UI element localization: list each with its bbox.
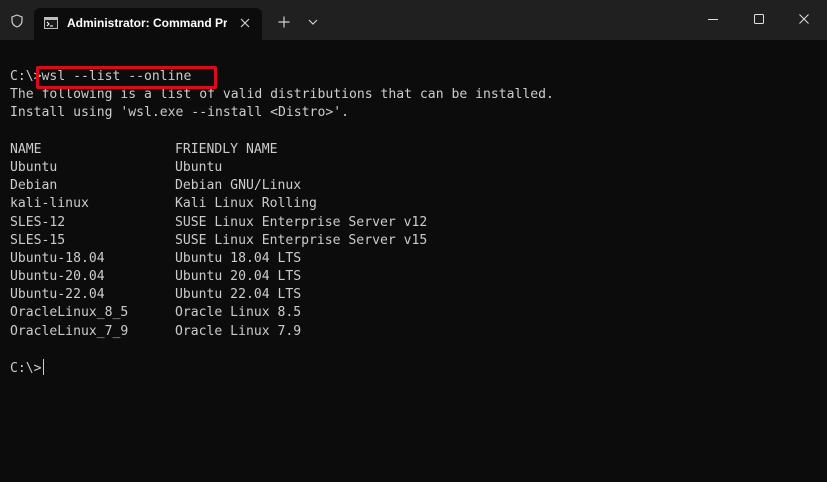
minimize-icon <box>708 19 718 20</box>
distro-friendly-name: Debian GNU/Linux <box>175 178 302 194</box>
table-row: OracleLinux_8_5 Oracle Linux 8.5 <box>10 304 815 322</box>
command-highlight-box <box>36 66 217 89</box>
distro-friendly-name: Oracle Linux 7.9 <box>175 323 302 339</box>
text-cursor <box>42 359 44 375</box>
distro-name: OracleLinux_7_9 <box>10 323 129 339</box>
close-icon <box>799 14 809 24</box>
minimize-button[interactable] <box>690 0 736 40</box>
table-header: NAME FRIENDLY NAME <box>10 141 815 159</box>
distro-name: Ubuntu-22.04 <box>10 287 105 303</box>
distro-name: Debian <box>10 178 58 194</box>
prompt-line[interactable]: C:\> <box>10 359 815 377</box>
distro-friendly-name: Kali Linux Rolling <box>175 196 317 212</box>
header-friendly-name: FRIENDLY NAME <box>175 141 278 157</box>
title-bar[interactable]: Administrator: Command Pro <box>0 0 827 40</box>
table-row: SLES-15 SUSE Linux Enterprise Server v15 <box>10 232 815 250</box>
distro-name: SLES-15 <box>10 232 66 248</box>
maximize-icon <box>754 14 764 24</box>
chevron-down-icon[interactable] <box>308 18 318 26</box>
plus-icon[interactable] <box>278 16 290 28</box>
distro-friendly-name: SUSE Linux Enterprise Server v15 <box>175 232 428 248</box>
distro-name: Ubuntu-18.04 <box>10 250 105 266</box>
table-row: Ubuntu-20.04 Ubuntu 20.04 LTS <box>10 268 815 286</box>
terminal-window: Administrator: Command Pro C:\>wsl --lis… <box>0 0 827 482</box>
close-window-button[interactable] <box>781 0 827 40</box>
shield-icon <box>11 14 23 28</box>
table-row: Debian Debian GNU/Linux <box>10 177 815 195</box>
table-row: OracleLinux_7_9 Oracle Linux 7.9 <box>10 323 815 341</box>
distro-friendly-name: Ubuntu 18.04 LTS <box>175 250 302 266</box>
terminal-output[interactable]: C:\>wsl --list --online The following is… <box>10 68 815 468</box>
maximize-button[interactable] <box>736 0 782 40</box>
prompt: C:\> <box>10 361 42 376</box>
distro-friendly-name: SUSE Linux Enterprise Server v12 <box>175 214 428 230</box>
table-row: Ubuntu-22.04 Ubuntu 22.04 LTS <box>10 286 815 304</box>
table-row: SLES-12 SUSE Linux Enterprise Server v12 <box>10 214 815 232</box>
distro-name: SLES-12 <box>10 214 66 230</box>
table-row: Ubuntu-18.04 Ubuntu 18.04 LTS <box>10 250 815 268</box>
close-icon[interactable] <box>238 16 252 30</box>
command-prompt-icon <box>44 17 58 29</box>
table-row: kali-linux Kali Linux Rolling <box>10 195 815 213</box>
distro-friendly-name: Ubuntu <box>175 159 223 175</box>
distro-name: kali-linux <box>10 196 89 212</box>
header-name: NAME <box>10 141 42 157</box>
distro-friendly-name: Ubuntu 20.04 LTS <box>175 269 302 285</box>
distro-friendly-name: Ubuntu 22.04 LTS <box>175 287 302 303</box>
tab-command-prompt[interactable]: Administrator: Command Pro <box>34 8 262 40</box>
tab-title: Administrator: Command Pro <box>67 16 227 30</box>
table-row: Ubuntu Ubuntu <box>10 159 815 177</box>
distro-name: Ubuntu <box>10 159 58 175</box>
distro-name: OracleLinux_8_5 <box>10 305 129 321</box>
distro-friendly-name: Oracle Linux 8.5 <box>175 305 302 321</box>
distro-name: Ubuntu-20.04 <box>10 269 105 285</box>
info-line: Install using 'wsl.exe --install <Distro… <box>10 105 349 121</box>
